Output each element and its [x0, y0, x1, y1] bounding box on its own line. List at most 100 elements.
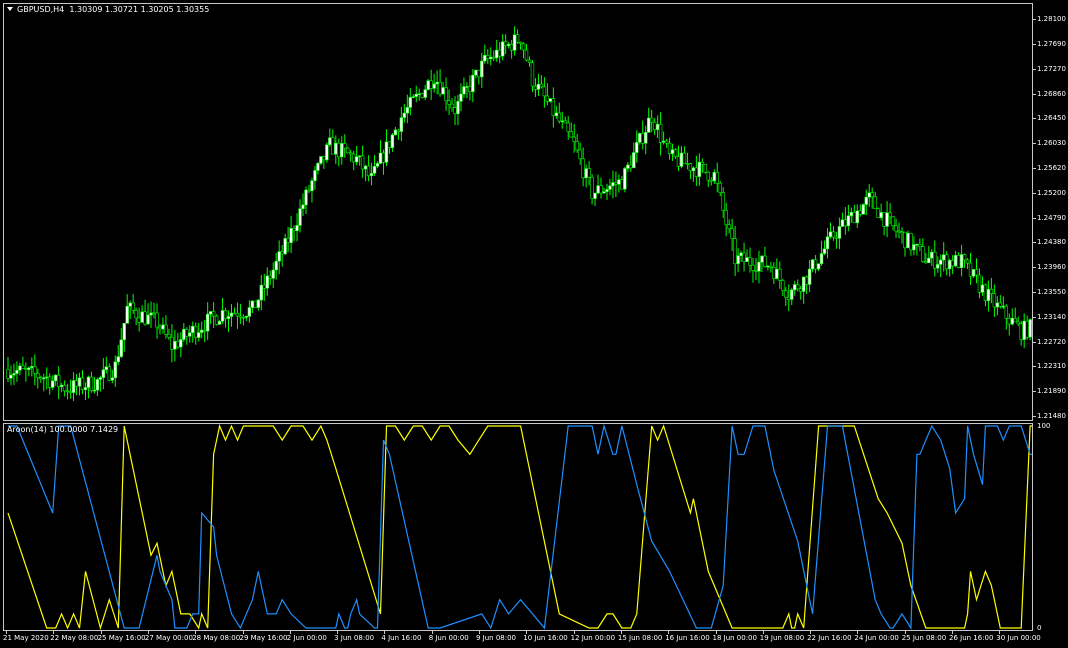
candle[interactable] [581, 147, 585, 187]
mt4-chart-window[interactable]: GBPUSD,H4 1.30309 1.30721 1.30205 1.3035… [0, 0, 1068, 648]
candle[interactable] [292, 225, 296, 242]
candle[interactable] [423, 85, 427, 101]
candle[interactable] [641, 120, 645, 150]
candle[interactable] [348, 149, 353, 162]
candle[interactable] [399, 106, 404, 142]
candle[interactable] [855, 204, 860, 228]
candle[interactable] [649, 109, 654, 133]
candle[interactable] [772, 262, 776, 285]
candle[interactable] [447, 89, 451, 115]
candle[interactable] [137, 307, 141, 332]
candle[interactable] [825, 227, 830, 259]
candle[interactable] [721, 187, 725, 219]
candle[interactable] [828, 222, 833, 239]
candle[interactable] [599, 177, 603, 199]
candle[interactable] [560, 111, 564, 129]
candle[interactable] [319, 156, 323, 166]
candle[interactable] [950, 255, 955, 274]
candle[interactable] [757, 250, 761, 284]
candle[interactable] [229, 304, 234, 327]
candle[interactable] [223, 307, 228, 328]
candle[interactable] [95, 377, 100, 397]
candle[interactable] [33, 354, 37, 386]
candle[interactable] [1022, 313, 1026, 348]
candle[interactable] [113, 355, 117, 387]
candle[interactable] [694, 155, 699, 187]
candle[interactable] [754, 257, 758, 281]
candle[interactable] [235, 302, 240, 329]
candle[interactable] [381, 149, 386, 175]
candle[interactable] [274, 252, 278, 280]
candle[interactable] [119, 327, 123, 359]
candle[interactable] [506, 42, 511, 49]
candle[interactable] [304, 186, 308, 214]
candle[interactable] [751, 257, 755, 283]
candle[interactable] [518, 41, 523, 50]
candle[interactable] [888, 203, 892, 225]
candle[interactable] [42, 373, 46, 392]
candle[interactable] [661, 131, 666, 145]
candle[interactable] [933, 240, 937, 277]
candle[interactable] [86, 375, 91, 399]
candle[interactable] [879, 203, 883, 221]
candle[interactable] [56, 366, 61, 399]
candle[interactable] [74, 373, 79, 396]
candle[interactable] [590, 174, 594, 205]
candle[interactable] [688, 162, 693, 180]
candle[interactable] [697, 153, 702, 186]
candle[interactable] [322, 156, 326, 169]
candle[interactable] [149, 301, 153, 329]
candle[interactable] [27, 366, 31, 377]
candle[interactable] [340, 136, 344, 165]
candle[interactable] [679, 145, 684, 169]
candle[interactable] [846, 204, 851, 232]
candle[interactable] [441, 81, 445, 95]
candle[interactable] [667, 137, 672, 160]
candle[interactable] [921, 238, 925, 263]
candle[interactable] [837, 217, 842, 250]
candle[interactable] [572, 124, 576, 153]
candle[interactable] [873, 191, 877, 210]
candle[interactable] [62, 380, 67, 397]
candle[interactable] [343, 134, 347, 158]
candle[interactable] [253, 300, 258, 308]
candle[interactable] [170, 324, 174, 363]
candle[interactable] [775, 258, 779, 280]
candle[interactable] [259, 274, 263, 311]
candle[interactable] [959, 244, 964, 277]
candle[interactable] [915, 243, 919, 256]
candle[interactable] [6, 357, 10, 383]
candle[interactable] [903, 231, 907, 257]
candle[interactable] [146, 303, 150, 325]
candle[interactable] [724, 202, 728, 237]
candle[interactable] [125, 294, 129, 324]
candle[interactable] [986, 280, 991, 312]
candle[interactable] [536, 73, 541, 96]
candle[interactable] [778, 261, 782, 289]
candle[interactable] [1028, 318, 1032, 341]
candle[interactable] [232, 307, 237, 315]
candle[interactable] [706, 171, 711, 187]
candle[interactable] [59, 382, 64, 393]
candle[interactable] [897, 222, 901, 239]
candle[interactable] [608, 178, 612, 196]
candle[interactable] [337, 138, 341, 167]
candle[interactable] [390, 132, 395, 152]
candle[interactable] [861, 203, 865, 215]
candle[interactable] [614, 171, 618, 198]
candle[interactable] [310, 177, 314, 203]
candle[interactable] [328, 128, 332, 148]
candle[interactable] [611, 170, 615, 199]
candle[interactable] [670, 143, 675, 161]
candle[interactable] [664, 138, 669, 148]
candle[interactable] [256, 298, 261, 311]
candle[interactable] [742, 242, 746, 272]
candle[interactable] [158, 323, 162, 335]
candle[interactable] [858, 204, 862, 217]
price-chart-pane[interactable]: GBPUSD,H4 1.30309 1.30721 1.30205 1.3035… [3, 3, 1033, 421]
candle[interactable] [50, 375, 55, 390]
candle[interactable] [548, 98, 553, 103]
candle[interactable] [885, 201, 889, 238]
candle[interactable] [539, 75, 544, 89]
candle[interactable] [629, 154, 633, 172]
